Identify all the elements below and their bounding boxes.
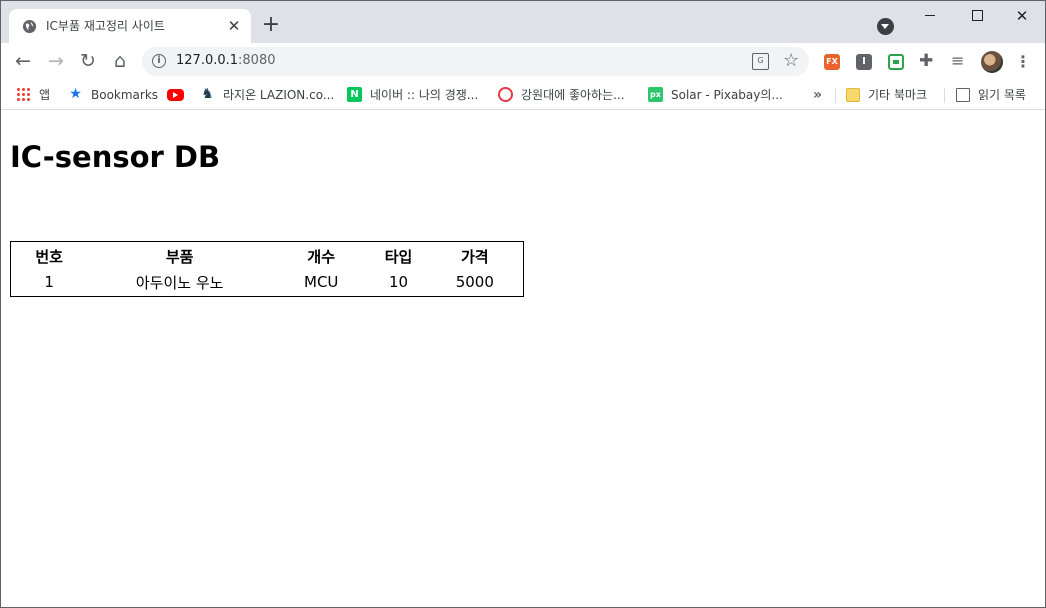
pixabay-icon: px xyxy=(648,87,663,102)
tab-search-dropdown-icon[interactable] xyxy=(877,18,894,35)
browser-toolbar: ← → ↻ ⌂ i 127.0.0.1:8080 G ☆ FX I ✚ ≡ ⋮ xyxy=(1,43,1045,80)
bookmarks-divider xyxy=(944,88,945,103)
address-bar[interactable]: i 127.0.0.1:8080 G ☆ xyxy=(142,47,809,76)
bookmark-label: 기타 북마크 xyxy=(868,88,928,102)
table-cell: 5000 xyxy=(455,273,494,291)
apps-grid-icon xyxy=(16,87,31,102)
bookmark-label: 라지온 LAZION.co... xyxy=(223,88,335,102)
column-header-price: 가격 xyxy=(461,247,489,266)
table-cell: MCU xyxy=(304,273,339,291)
parts-table: 번호 부품 개수 타입 가격 1 아두이노 우노 MCU 10 5000 xyxy=(10,241,524,297)
bookmark-naver[interactable]: N 네이버 :: 나의 경쟁... xyxy=(347,85,478,105)
bookmark-label: Solar - Pixabay의... xyxy=(671,88,783,102)
bookmark-pixabay[interactable]: px Solar - Pixabay의... xyxy=(648,85,783,105)
site-info-icon[interactable]: i xyxy=(152,54,166,68)
bookmark-label: 강원대에 좋아하는... xyxy=(521,88,625,102)
reading-list-button[interactable]: 읽기 목록 xyxy=(956,85,1026,105)
bookmarks-bar: 앱 ★ Bookmarks ♞ 라지온 LAZION.co... N 네이버 :: 나… xyxy=(1,80,1045,110)
youtube-icon xyxy=(167,88,184,101)
column-header-count: 개수 xyxy=(307,247,335,266)
minimize-window-button[interactable] xyxy=(907,1,953,31)
folder-icon xyxy=(846,87,860,102)
globe-icon xyxy=(22,19,37,34)
bookmark-youtube[interactable] xyxy=(167,85,192,105)
table-cell: 10 xyxy=(388,273,409,291)
column-header-part: 부품 xyxy=(165,247,194,266)
extensions-puzzle-icon[interactable]: ✚ xyxy=(919,50,933,72)
reading-list-icon xyxy=(956,87,970,102)
naver-icon: N xyxy=(347,87,362,102)
bookmark-label: 앱 xyxy=(39,88,51,102)
green-extension-icon[interactable] xyxy=(888,54,904,70)
i-extension-icon[interactable]: I xyxy=(856,54,872,70)
table-header-row: 번호 부품 개수 타입 가격 xyxy=(13,244,521,268)
page-content: IC-sensor DB 번호 부품 개수 타입 가격 1 아두이노 우노 MC… xyxy=(1,111,1045,607)
star-icon: ★ xyxy=(69,86,82,102)
forward-arrow-icon[interactable]: → xyxy=(44,49,68,73)
bookmark-label: 네이버 :: 나의 경쟁... xyxy=(370,88,479,102)
reload-icon[interactable]: ↻ xyxy=(76,49,100,73)
fx-extension-icon[interactable]: FX xyxy=(824,54,840,70)
profile-avatar[interactable] xyxy=(981,51,1003,73)
bookmarks-divider xyxy=(835,88,836,103)
url-host: 127.0.0.1 xyxy=(176,53,239,68)
home-icon[interactable]: ⌂ xyxy=(108,49,132,73)
new-tab-plus-icon[interactable]: + xyxy=(260,14,282,36)
table-cell: 아두이노 우노 xyxy=(135,273,224,292)
page-title: IC-sensor DB xyxy=(10,140,221,174)
bookmarks-overflow-chevron-icon[interactable]: » xyxy=(813,85,822,105)
translate-icon[interactable]: G xyxy=(752,53,769,70)
close-window-button[interactable]: ✕ xyxy=(999,1,1045,31)
url-text[interactable]: 127.0.0.1:8080 xyxy=(176,53,276,68)
url-port: :8080 xyxy=(238,53,276,68)
dog-icon: ♞ xyxy=(201,86,214,102)
bookmark-label: Bookmarks xyxy=(91,88,159,102)
browser-tab[interactable]: IC부품 재고정리 사이트 ✕ xyxy=(9,9,251,43)
tab-title: IC부품 재고정리 사이트 xyxy=(46,19,165,33)
menu-kebab-icon[interactable]: ⋮ xyxy=(1015,51,1031,73)
bookmark-apps[interactable]: 앱 xyxy=(16,85,50,105)
table-row: 1 아두이노 우노 MCU 10 5000 xyxy=(13,270,521,294)
media-control-icon[interactable]: ≡ xyxy=(951,49,964,73)
table-cell: 1 xyxy=(44,273,54,291)
bookmark-star-icon[interactable]: ☆ xyxy=(783,50,799,72)
bookmark-bookmarks[interactable]: ★ Bookmarks xyxy=(68,85,158,105)
bookmark-label: 읽기 목록 xyxy=(978,88,1026,102)
bookmark-kangwon[interactable]: 강원대에 좋아하는... xyxy=(498,85,625,105)
tab-strip: IC부품 재고정리 사이트 ✕ + ✕ xyxy=(1,1,1045,43)
bookmark-other-folder[interactable]: 기타 북마크 xyxy=(846,85,927,105)
column-header-type: 타입 xyxy=(384,247,413,266)
back-arrow-icon[interactable]: ← xyxy=(11,49,35,73)
column-header-number: 번호 xyxy=(35,247,63,266)
bookmark-lazion[interactable]: ♞ 라지온 LAZION.co... xyxy=(200,85,334,105)
tab-close-icon[interactable]: ✕ xyxy=(225,17,243,35)
maximize-window-button[interactable] xyxy=(953,1,999,31)
university-icon xyxy=(498,87,513,102)
